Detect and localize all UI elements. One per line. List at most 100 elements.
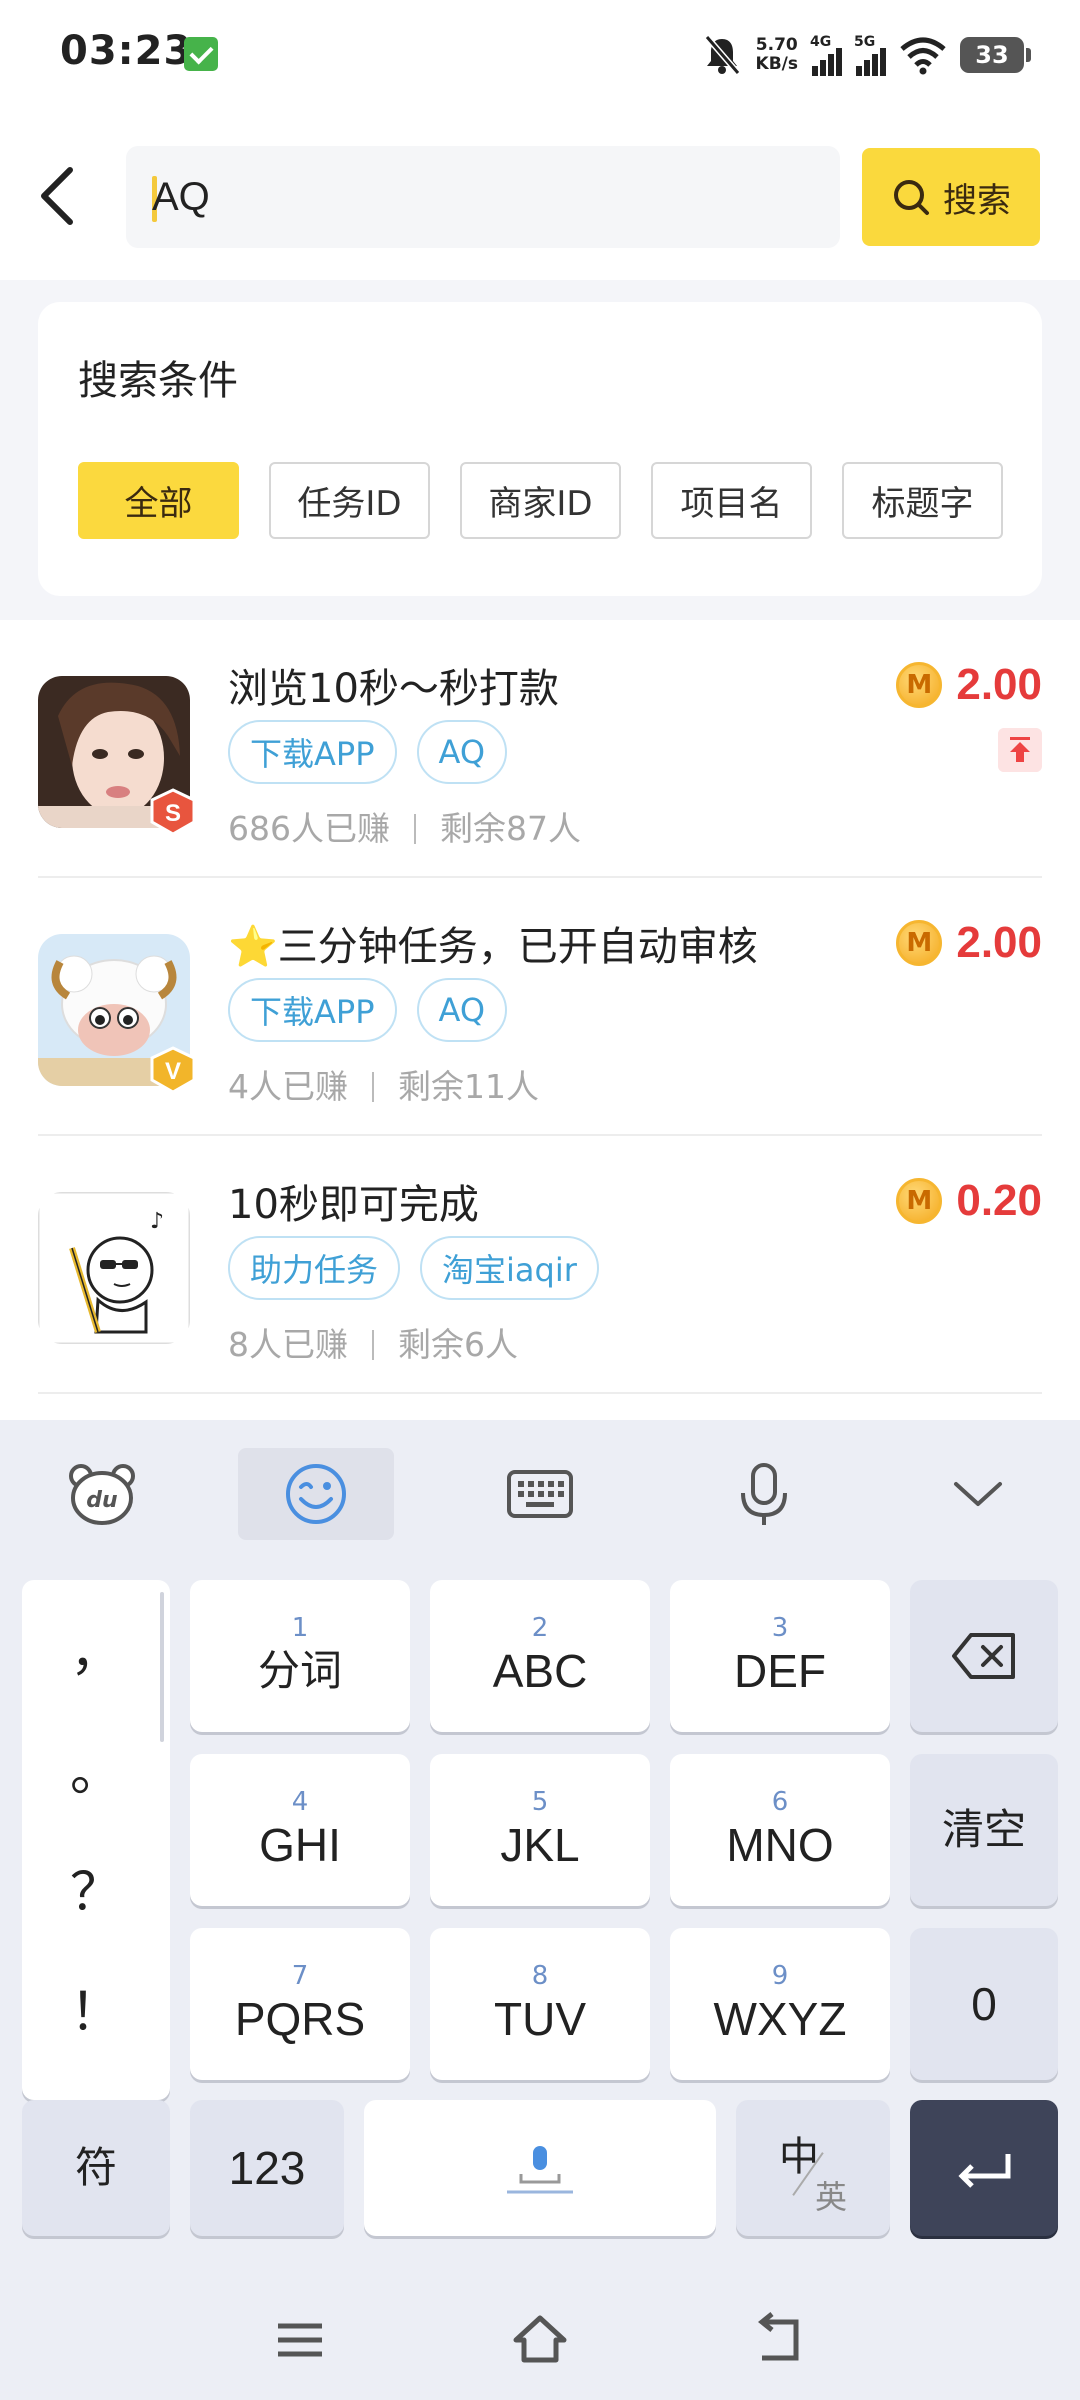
punct-period-key[interactable]: 。 [22,1730,170,1805]
microphone-icon[interactable] [686,1448,842,1540]
enter-icon [958,2154,1011,2188]
bell-muted-icon [704,35,740,75]
punctuation-column[interactable]: ， 。 ？ ！ [22,1580,170,2100]
menu-nav-icon[interactable] [270,2310,330,2370]
chip-title-keyword[interactable]: 标题字 [842,462,1003,539]
punct-question-key[interactable]: ？ [22,1850,170,1925]
price-value: 2.00 [956,660,1042,709]
punct-comma-key[interactable]: ， [22,1610,170,1685]
price-value: 2.00 [956,918,1042,967]
search-header: 搜索 [0,110,1080,280]
ime-keyboard: du ， 。 ？ ！ 1 分词 2 ABC 3 DEF 4 GHI 5 JKL … [0,1420,1080,2400]
symbol-key[interactable]: 符 [22,2100,170,2236]
task-title: ⭐三分钟任务，已开自动审核 [228,924,758,970]
key-6-mno[interactable]: 6 MNO [670,1754,890,1906]
clear-key[interactable]: 清空 [910,1754,1058,1906]
keyboard-toolbar: du [0,1420,1080,1566]
search-button[interactable]: 搜索 [862,148,1040,246]
task-title: 浏览10秒～秒打款 [228,666,559,712]
task-stats: 8人已赚 剩余6人 [228,1318,518,1366]
check-notification-icon [184,37,218,71]
status-time: 03:23 [60,28,193,74]
coin-icon: M [896,1178,943,1224]
backspace-icon [952,1633,1015,1679]
chevron-down-icon[interactable] [900,1448,1056,1540]
back-arrow-icon[interactable] [24,156,94,236]
task-tag: AQ [416,978,508,1042]
condition-chips: 全部 任务ID 商家ID 项目名 标题字 [78,462,1003,539]
badge-s-icon: S [150,788,196,836]
coin-icon: M [896,662,943,708]
punct-exclaim-key[interactable]: ！ [22,1970,170,2045]
task-stats: 686人已赚 剩余87人 [228,802,581,850]
pin-top-icon[interactable] [998,728,1042,772]
search-icon [894,180,929,215]
key-8-tuv[interactable]: 8 TUV [430,1928,650,2080]
earned-count: 686人已赚 [228,809,390,848]
task-tag: 下载APP [228,978,397,1042]
chip-task-id[interactable]: 任务ID [269,462,430,539]
task-item[interactable]: ♪ 10秒即可完成 助力任务 淘宝iaqir 8人已赚 剩余6人 M 0.20 [0,1136,1080,1394]
battery-icon: 33 [960,37,1031,73]
remaining-count: 剩余6人 [398,1325,518,1364]
task-title: 10秒即可完成 [228,1182,479,1228]
conditions-title: 搜索条件 [78,358,238,404]
earned-count: 4人已赚 [228,1067,348,1106]
task-avatar: ♪ [38,1192,190,1344]
backspace-key[interactable] [910,1580,1058,1732]
earned-count: 8人已赚 [228,1325,348,1364]
chip-project-name[interactable]: 项目名 [651,462,812,539]
remaining-count: 剩余11人 [398,1067,539,1106]
status-bar: 03:23 5.70 KB/s 4G 5G 33 [0,0,1080,110]
keyboard-icon[interactable] [462,1448,618,1540]
chip-merchant-id[interactable]: 商家ID [460,462,621,539]
wifi-icon [900,37,946,75]
svg-text:V: V [165,1058,181,1085]
emoji-icon[interactable] [238,1448,394,1540]
price-value: 0.20 [956,1176,1042,1225]
key-9-wxyz[interactable]: 9 WXYZ [670,1928,890,2080]
key-2-abc[interactable]: 2 ABC [430,1580,650,1732]
key-4-ghi[interactable]: 4 GHI [190,1754,410,1906]
key-3-def[interactable]: 3 DEF [670,1580,890,1732]
coin-icon: M [896,920,943,966]
remaining-count: 剩余87人 [440,809,581,848]
task-price: M 2.00 [896,660,1042,710]
home-nav-icon[interactable] [510,2310,570,2370]
key-5-jkl[interactable]: 5 JKL [430,1754,650,1906]
chip-all[interactable]: 全部 [78,462,239,539]
task-tag: 助力任务 [228,1236,401,1300]
space-key[interactable] [364,2100,716,2236]
search-button-label: 搜索 [943,180,1011,221]
system-nav-bar [0,2270,1080,2400]
svg-text:du: du [86,1488,117,1513]
signal-4g-icon: 4G [810,34,842,76]
badge-v-icon: V [150,1046,196,1094]
voice-space-icon [507,2146,573,2194]
key-7-pqrs[interactable]: 7 PQRS [190,1928,410,2080]
back-nav-icon[interactable] [750,2310,810,2370]
svg-text:S: S [165,800,181,827]
language-switch-key[interactable]: 中 英 [736,2100,890,2236]
task-tags: 助力任务 淘宝iaqir [228,1236,599,1300]
status-icons: 5.70 KB/s 4G 5G 33 [702,30,1031,80]
task-price: M 0.20 [896,1176,1042,1226]
task-tags: 下载APP AQ [228,720,508,784]
task-list: S 浏览10秒～秒打款 下载APP AQ 686人已赚 剩余87人 M 2.00 [0,620,1080,1420]
search-box[interactable] [126,146,840,248]
task-stats: 4人已赚 剩余11人 [228,1060,539,1108]
signal-5g-icon: 5G [854,34,886,76]
task-item[interactable]: S 浏览10秒～秒打款 下载APP AQ 686人已赚 剩余87人 M 2.00 [0,620,1080,878]
search-input[interactable] [152,146,812,248]
enter-key[interactable] [910,2100,1058,2236]
task-tag: AQ [416,720,508,784]
network-speed: 5.70 KB/s [755,35,798,74]
key-0[interactable]: 0 [910,1928,1058,2080]
key-1-segment[interactable]: 1 分词 [190,1580,410,1732]
task-item[interactable]: V ⭐三分钟任务，已开自动审核 下载APP AQ 4人已赚 剩余11人 M 2.0… [0,878,1080,1136]
task-price: M 2.00 [896,918,1042,968]
task-tag: 下载APP [228,720,397,784]
search-conditions-card: 搜索条件 全部 任务ID 商家ID 项目名 标题字 [38,302,1042,596]
du-bear-icon[interactable]: du [24,1448,180,1540]
numeric-key[interactable]: 123 [190,2100,344,2236]
